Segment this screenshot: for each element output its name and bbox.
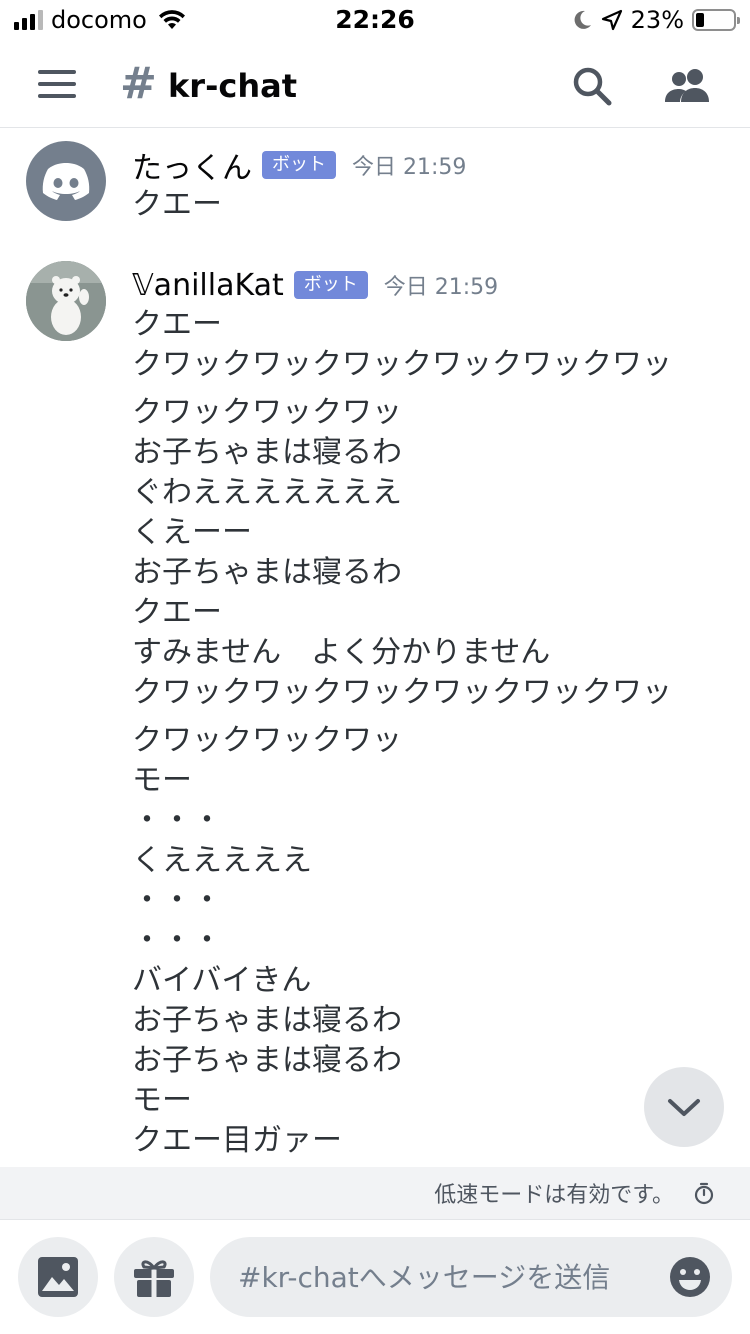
avatar[interactable]	[26, 261, 106, 341]
message-line: クワックワックワックワックワックワッ	[132, 347, 672, 382]
message-line: モー	[132, 1083, 192, 1118]
message-input-wrapper	[210, 1237, 732, 1317]
moon-icon	[574, 10, 591, 29]
jump-to-bottom-button[interactable]	[644, 1067, 724, 1147]
message-line: クエー	[132, 595, 222, 630]
message-line: クワックワックワックワックワックワッ	[132, 675, 672, 710]
bot-badge: ボット	[262, 151, 336, 179]
polar-bear-avatar-icon	[26, 261, 106, 341]
location-arrow-icon	[601, 9, 622, 31]
message-line: クワックワックワッ	[132, 723, 402, 758]
app-screen: docomo 22:26 23% # kr-chat たっくん ボット 今日 2…	[0, 0, 750, 1334]
gift-icon	[134, 1260, 174, 1297]
message-line: モー	[132, 763, 192, 798]
gift-button[interactable]	[114, 1237, 194, 1317]
message-header: たっくん ボット 今日 21:59	[132, 143, 467, 187]
message-composer	[0, 1219, 750, 1334]
emoji-icon[interactable]	[668, 1255, 712, 1299]
message-line: くえーー	[132, 515, 252, 550]
message-line: クエー	[132, 187, 222, 222]
slow-mode-bar: 低速モードは有効です。	[0, 1167, 750, 1219]
message-line: ・・・	[132, 923, 222, 958]
hamburger-menu-icon[interactable]	[38, 68, 78, 100]
discord-logo-icon	[42, 163, 90, 200]
channel-title: kr-chat	[168, 67, 297, 105]
slow-mode-text: 低速モードは有効です。	[434, 1183, 674, 1208]
message-input[interactable]	[238, 1237, 648, 1317]
timestamp: 今日 21:59	[352, 155, 467, 180]
stopwatch-icon	[694, 1182, 714, 1205]
message-list[interactable]: たっくん ボット 今日 21:59 クエー 𝕍anillaKat ボット 今日 …	[0, 129, 750, 1167]
message-line: ・・・	[132, 883, 222, 918]
message-line: すみません よく分かりません	[132, 635, 551, 670]
attach-image-button[interactable]	[18, 1237, 98, 1317]
members-icon[interactable]	[662, 64, 714, 108]
message-line: お子ちゃまは寝るわ	[132, 555, 402, 590]
message-line: クワックワックワッ	[132, 395, 402, 430]
message-line: お子ちゃまは寝るわ	[132, 1003, 402, 1038]
message-line: ・・・	[132, 803, 222, 838]
message-line: ぐわえええええええ	[132, 475, 402, 510]
message-line: クエー	[132, 307, 222, 342]
username[interactable]: 𝕍anillaKat	[132, 268, 284, 303]
message-line: クエー目ガァー	[132, 1123, 342, 1158]
battery-icon	[692, 9, 740, 31]
battery-percent: 23%	[630, 6, 684, 34]
search-icon[interactable]	[570, 64, 614, 108]
image-icon	[38, 1257, 78, 1297]
message-header: 𝕍anillaKat ボット 今日 21:59	[132, 265, 498, 305]
message-line: お子ちゃまは寝るわ	[132, 435, 402, 470]
status-bar: docomo 22:26 23%	[0, 0, 750, 40]
message-line: お子ちゃまは寝るわ	[132, 1043, 402, 1078]
username[interactable]: たっくん	[132, 143, 252, 187]
channel-header: # kr-chat	[0, 40, 750, 128]
avatar[interactable]	[26, 141, 106, 221]
chevron-down-icon	[668, 1099, 700, 1116]
timestamp: 今日 21:59	[383, 275, 499, 300]
message-line: バイバイきん	[132, 963, 312, 998]
channel-hash-icon: #	[120, 58, 157, 109]
bot-badge: ボット	[293, 271, 368, 299]
message-line: くえええええ	[132, 843, 312, 878]
